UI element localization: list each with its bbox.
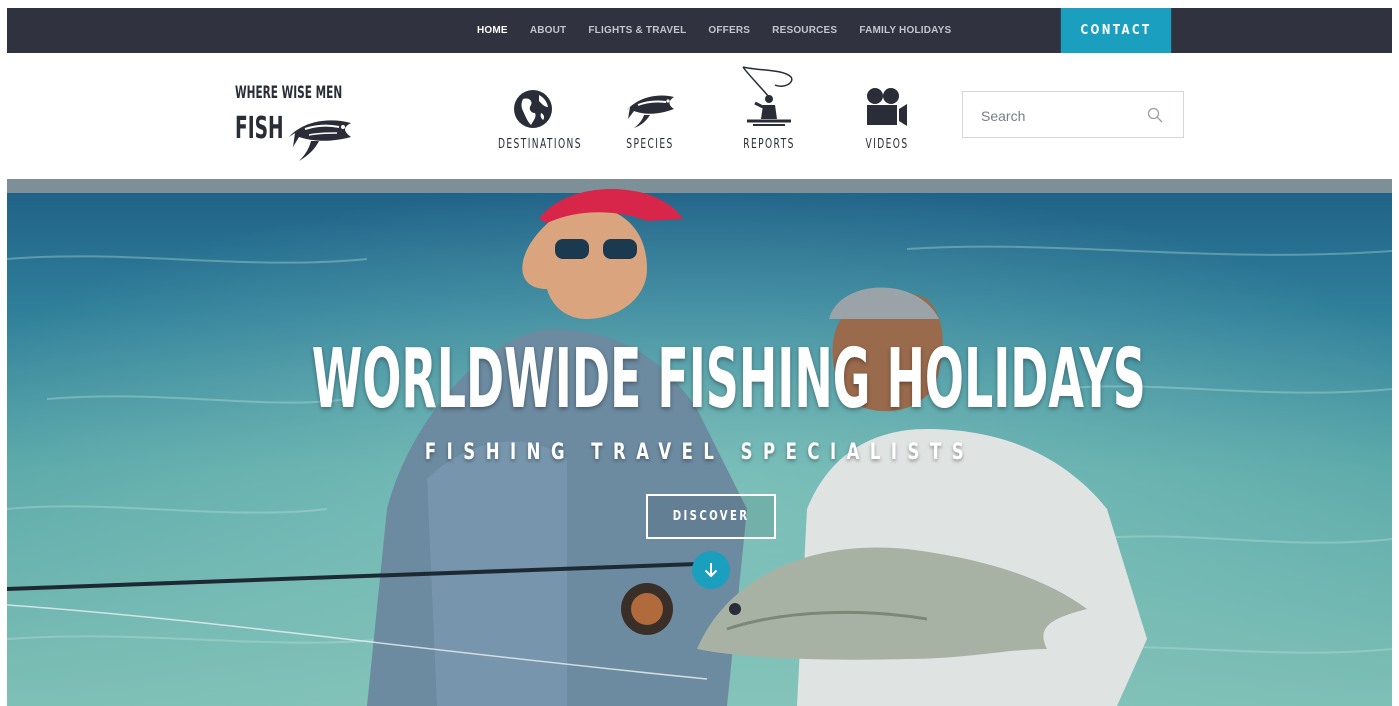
nav-videos[interactable]: VIDEOS	[837, 53, 937, 152]
nav-reports-label: REPORTS	[743, 137, 795, 152]
search-icon[interactable]	[1147, 107, 1163, 123]
nav-videos-label: VIDEOS	[865, 137, 909, 152]
angler-icon	[742, 66, 793, 126]
hero-subtitle: FISHING TRAVEL SPECIALISTS	[424, 440, 975, 465]
logo-text-line1: WHERE WISE MEN	[235, 83, 343, 103]
nav-home[interactable]: HOME	[477, 25, 508, 36]
nav-about[interactable]: ABOUT	[530, 25, 567, 36]
nav-family-holidays[interactable]: FAMILY HOLIDAYS	[859, 25, 951, 36]
site-header: WHERE WISE MEN FISH DESTINATIONS SPECIES…	[7, 53, 1392, 179]
contact-button[interactable]: CONTACT	[1060, 8, 1172, 53]
search-box	[962, 91, 1184, 138]
nav-species-label: SPECIES	[626, 137, 674, 152]
hero-banner: WORLDWIDE FISHING HOLIDAYS FISHING TRAVE…	[7, 179, 1392, 706]
nav-destinations-label: DESTINATIONS	[498, 137, 582, 152]
search-input[interactable]	[979, 105, 1143, 127]
logo-fish-icon	[289, 120, 351, 161]
nav-resources[interactable]: RESOURCES	[772, 25, 837, 36]
nav-destinations[interactable]: DESTINATIONS	[483, 53, 583, 152]
fish-icon	[626, 95, 674, 128]
arrow-down-icon	[704, 563, 718, 578]
main-nav: HOME ABOUT FLIGHTS & TRAVEL OFFERS RESOU…	[477, 8, 951, 53]
globe-icon	[514, 90, 552, 128]
site-logo[interactable]: WHERE WISE MEN FISH	[235, 81, 375, 171]
nav-flights-travel[interactable]: FLIGHTS & TRAVEL	[588, 25, 686, 36]
nav-reports[interactable]: REPORTS	[719, 53, 819, 152]
discover-button-label: DISCOVER	[672, 509, 750, 524]
logo-text-line2: FISH	[235, 111, 284, 146]
discover-button[interactable]: DISCOVER	[646, 494, 776, 539]
video-camera-icon	[867, 88, 907, 126]
nav-offers[interactable]: OFFERS	[708, 25, 750, 36]
top-navigation-bar: HOME ABOUT FLIGHTS & TRAVEL OFFERS RESOU…	[7, 8, 1392, 53]
scroll-down-button[interactable]	[692, 551, 730, 589]
hero-title: WORLDWIDE FISHING HOLIDAYS	[311, 332, 1146, 427]
nav-species[interactable]: SPECIES	[600, 53, 700, 152]
